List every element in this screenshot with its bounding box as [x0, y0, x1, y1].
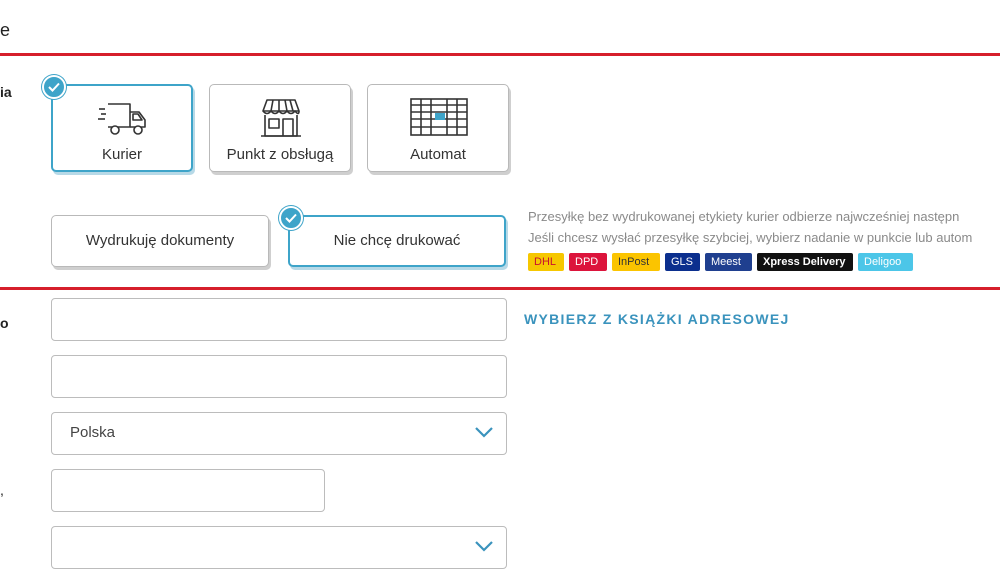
- delivery-method-label: Kurier: [101, 146, 142, 163]
- page-title-fragment: e: [0, 20, 11, 40]
- recipient-name-input[interactable]: [51, 298, 507, 341]
- country-select-value: Polska: [70, 424, 116, 441]
- highlight-border-top: [0, 53, 1000, 56]
- storefront-icon: [261, 99, 301, 137]
- carrier-badge-meest: Meest: [705, 253, 752, 271]
- postal-code-input[interactable]: [51, 469, 325, 512]
- truck-icon: [98, 103, 146, 135]
- delivery-section-label: ia: [0, 84, 12, 100]
- print-documents-button[interactable]: Wydrukuję dokumenty: [51, 215, 269, 267]
- carrier-badge-inpost: InPost: [612, 253, 660, 271]
- parcel-locker-icon: [410, 98, 468, 136]
- no-print-button[interactable]: Nie chcę drukować: [288, 215, 506, 267]
- selected-check-icon: [279, 206, 303, 230]
- delivery-method-kurier[interactable]: Kurier: [51, 84, 193, 172]
- info-text-line2: Jeśli chcesz wysłać przesyłkę szybciej, …: [528, 230, 973, 245]
- chevron-down-icon: [475, 427, 493, 438]
- delivery-method-label: Punkt z obsługą: [226, 146, 334, 163]
- row4-label-fragment: ,: [0, 482, 4, 498]
- country-select[interactable]: Polska: [51, 412, 507, 455]
- recipient-field-label: o: [0, 315, 9, 331]
- chevron-down-icon: [475, 541, 493, 552]
- address-input[interactable]: [51, 355, 507, 398]
- highlight-border-bottom: [0, 287, 1000, 290]
- carrier-badge-deligoo: Deligoo: [858, 253, 913, 271]
- carrier-badge-xpress-delivery: Xpress Delivery: [757, 253, 853, 271]
- address-book-link[interactable]: WYBIERZ Z KSIĄŻKI ADRESOWEJ: [524, 311, 790, 327]
- carrier-badge-dhl: DHL: [528, 253, 564, 271]
- selected-check-icon: [42, 75, 66, 99]
- carrier-badge-dpd: DPD: [569, 253, 607, 271]
- delivery-method-label: Automat: [410, 146, 466, 163]
- delivery-method-automat[interactable]: Automat: [367, 84, 509, 172]
- carrier-badge-gls: GLS: [665, 253, 700, 271]
- delivery-method-punkt[interactable]: Punkt z obsługą: [209, 84, 351, 172]
- info-text-line1: Przesyłkę bez wydrukowanej etykiety kuri…: [528, 209, 960, 224]
- city-select[interactable]: [51, 526, 507, 569]
